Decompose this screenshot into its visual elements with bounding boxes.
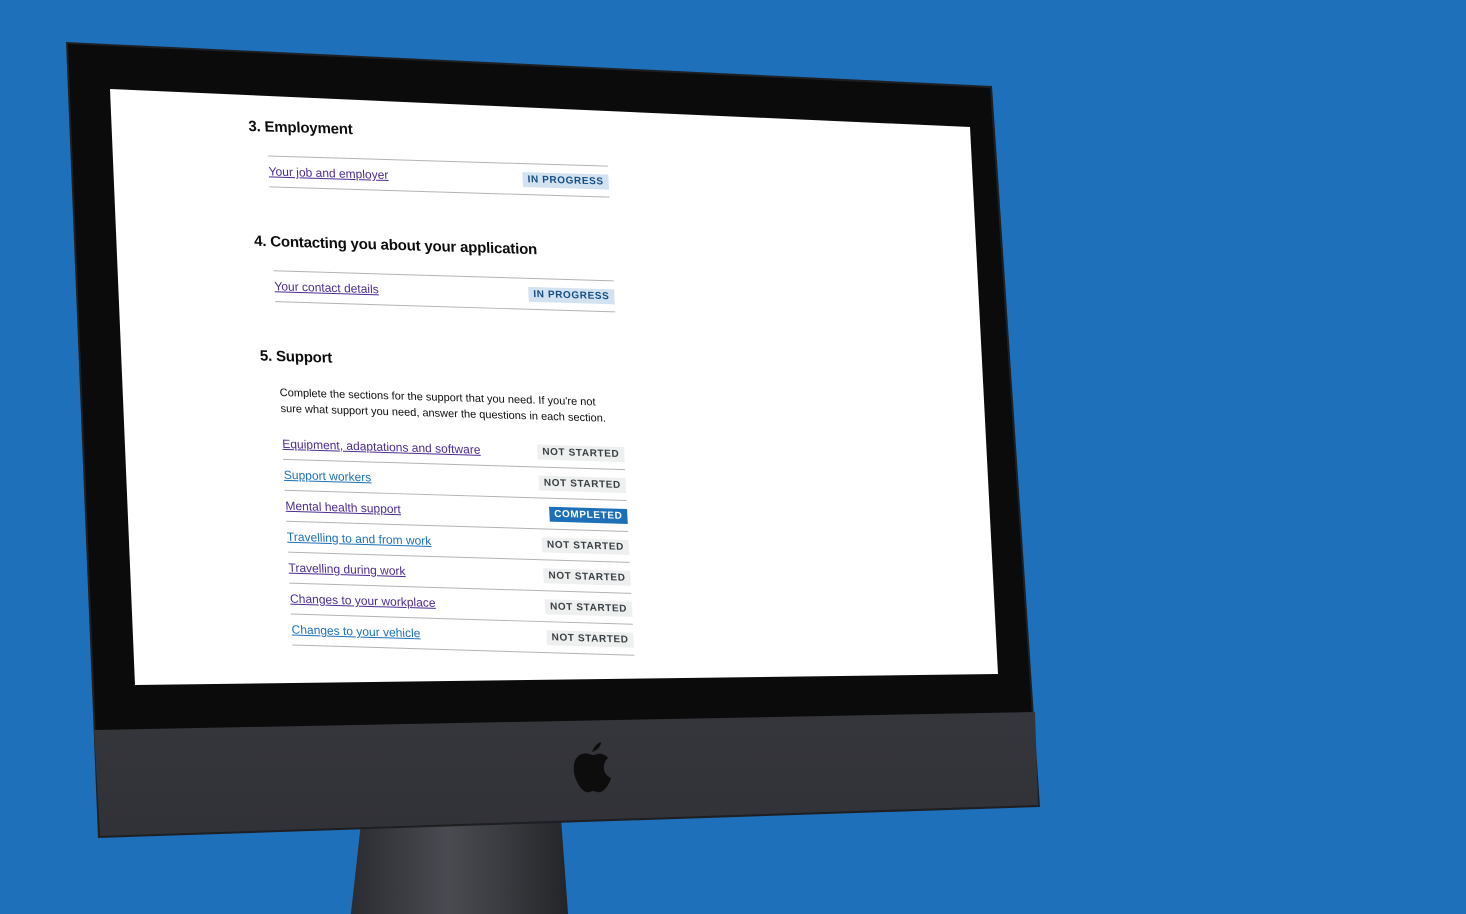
scene: 3. Employment Your job and employer IN P…	[0, 0, 1466, 914]
status-badge: NOT STARTED	[536, 444, 625, 462]
task-link-support-workers[interactable]: Support workers	[284, 468, 372, 485]
task-link-mental-health[interactable]: Mental health support	[285, 499, 401, 516]
status-badge: IN PROGRESS	[522, 171, 610, 190]
status-badge: NOT STARTED	[538, 474, 627, 493]
apple-logo-icon	[573, 742, 611, 793]
task-list-support: Equipment, adaptations and software NOT …	[281, 428, 635, 656]
status-badge: COMPLETED	[548, 506, 628, 524]
task-link-travel-to-work[interactable]: Travelling to and from work	[287, 530, 432, 548]
task-link-equipment[interactable]: Equipment, adaptations and software	[282, 437, 481, 457]
support-intro-text: Complete the sections for the support th…	[279, 387, 607, 425]
task-list-contacting: Your contact details IN PROGRESS	[273, 270, 616, 313]
task-link-travel-during-work[interactable]: Travelling during work	[288, 561, 406, 578]
task-item-contact[interactable]: Your contact details IN PROGRESS	[273, 270, 616, 313]
task-link-contact[interactable]: Your contact details	[274, 279, 379, 296]
task-link-job[interactable]: Your job and employer	[268, 164, 388, 182]
status-badge: IN PROGRESS	[527, 286, 615, 304]
section-support: 5. Support Complete the sections for the…	[260, 348, 875, 663]
task-link-vehicle[interactable]: Changes to your vehicle	[291, 623, 420, 641]
section-title-employment: 3. Employment	[248, 118, 353, 139]
status-badge: NOT STARTED	[544, 598, 633, 617]
status-badge: NOT STARTED	[543, 567, 631, 586]
task-item-job[interactable]: Your job and employer IN PROGRESS	[267, 155, 610, 198]
section-employment: 3. Employment Your job and employer IN P…	[248, 118, 854, 251]
section-contacting: 4. Contacting you about your application…	[254, 233, 860, 366]
task-list-page: 3. Employment Your job and employer IN P…	[248, 118, 878, 685]
monitor-stand	[348, 820, 570, 914]
status-badge: NOT STARTED	[546, 629, 634, 648]
task-link-workplace[interactable]: Changes to your workplace	[290, 592, 436, 610]
status-badge: NOT STARTED	[541, 536, 630, 555]
task-list-employment: Your job and employer IN PROGRESS	[267, 155, 610, 198]
